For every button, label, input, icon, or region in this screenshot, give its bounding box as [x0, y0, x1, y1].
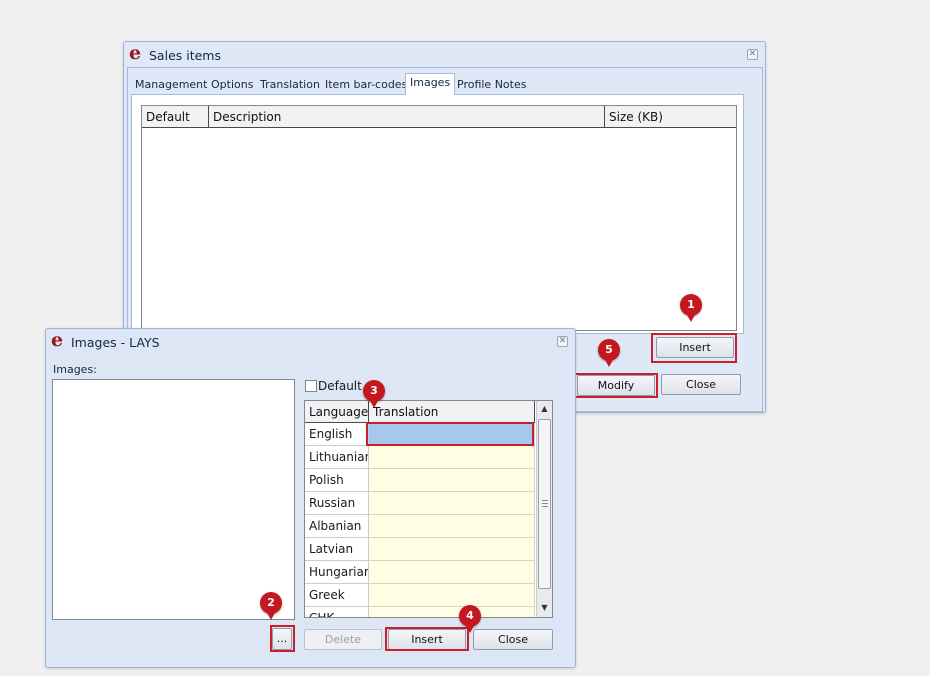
- translation-cell[interactable]: [369, 446, 535, 469]
- close-icon[interactable]: ✕: [747, 49, 758, 60]
- app-logo-icon: e: [129, 42, 142, 64]
- table-row[interactable]: Albanian: [305, 515, 535, 538]
- language-cell[interactable]: Lithuanian: [305, 446, 369, 469]
- default-checkbox[interactable]: [305, 380, 317, 392]
- translation-cell[interactable]: [369, 538, 535, 561]
- tab-profile-notes[interactable]: Profile Notes: [453, 76, 530, 96]
- tab-item-bar-codes[interactable]: Item bar-codes: [321, 76, 411, 96]
- close-icon[interactable]: ✕: [557, 336, 568, 347]
- tab-translation[interactable]: Translation: [256, 76, 324, 96]
- dialog-title: Images - LAYS: [71, 334, 160, 350]
- images-dialog-titlebar[interactable]: e Images - LAYS ✕: [46, 329, 575, 355]
- language-cell[interactable]: Russian: [305, 492, 369, 515]
- tab-management[interactable]: Management: [131, 76, 211, 96]
- delete-button[interactable]: Delete: [304, 629, 382, 650]
- translation-cell[interactable]: [369, 492, 535, 515]
- insert-dialog-highlight: [385, 627, 469, 651]
- column-header-description[interactable]: Description: [209, 106, 605, 128]
- language-cell[interactable]: Albanian: [305, 515, 369, 538]
- images-grid[interactable]: Default Description Size (KB): [141, 105, 737, 331]
- scroll-down-icon[interactable]: ▼: [537, 600, 552, 616]
- callout-1: 1: [680, 294, 702, 322]
- tab-images[interactable]: Images: [405, 73, 456, 95]
- translation-rows: English Lithuanian Polish Russian Albanian La…: [305, 423, 535, 617]
- scroll-up-icon[interactable]: ▲: [537, 401, 552, 417]
- callout-3: 3: [363, 380, 385, 408]
- vertical-scrollbar[interactable]: ▲ ▼: [536, 401, 552, 617]
- scroll-thumb[interactable]: [538, 419, 551, 589]
- table-row[interactable]: CHK: [305, 607, 535, 617]
- table-row[interactable]: Russian: [305, 492, 535, 515]
- translation-cell[interactable]: [369, 561, 535, 584]
- callout-2: 2: [260, 592, 282, 620]
- modify-highlight: [574, 373, 658, 398]
- column-header-default[interactable]: Default: [142, 106, 209, 128]
- translation-cell[interactable]: [369, 584, 535, 607]
- callout-5: 5: [598, 339, 620, 367]
- sales-items-titlebar[interactable]: e Sales items ✕: [124, 42, 765, 68]
- images-label: Images:: [53, 363, 97, 376]
- language-cell[interactable]: Greek: [305, 584, 369, 607]
- table-row[interactable]: Latvian: [305, 538, 535, 561]
- language-cell[interactable]: Polish: [305, 469, 369, 492]
- column-header-translation[interactable]: Translation: [369, 401, 535, 423]
- translation-cell[interactable]: [369, 607, 535, 617]
- translation-cell[interactable]: [369, 469, 535, 492]
- images-list[interactable]: [52, 379, 295, 620]
- language-cell[interactable]: English: [305, 423, 369, 446]
- table-row[interactable]: Polish: [305, 469, 535, 492]
- insert-highlight: [651, 333, 737, 363]
- table-row[interactable]: Greek: [305, 584, 535, 607]
- callout-4: 4: [459, 605, 481, 633]
- app-logo-icon: e: [51, 329, 64, 351]
- language-cell[interactable]: CHK: [305, 607, 369, 617]
- column-header-size[interactable]: Size (KB): [605, 106, 736, 128]
- language-cell[interactable]: Hungarian: [305, 561, 369, 584]
- window-title: Sales items: [149, 47, 221, 63]
- translation-cell[interactable]: [369, 515, 535, 538]
- column-header-language[interactable]: Language: [305, 401, 369, 423]
- default-checkbox-label: Default: [318, 379, 362, 393]
- translation-cell-highlight: [366, 422, 534, 446]
- table-row[interactable]: Lithuanian: [305, 446, 535, 469]
- close-button[interactable]: Close: [661, 374, 741, 395]
- browse-highlight: [270, 625, 295, 652]
- language-cell[interactable]: Latvian: [305, 538, 369, 561]
- dialog-close-button[interactable]: Close: [473, 629, 553, 650]
- tab-options[interactable]: Options: [207, 76, 257, 96]
- table-row[interactable]: Hungarian: [305, 561, 535, 584]
